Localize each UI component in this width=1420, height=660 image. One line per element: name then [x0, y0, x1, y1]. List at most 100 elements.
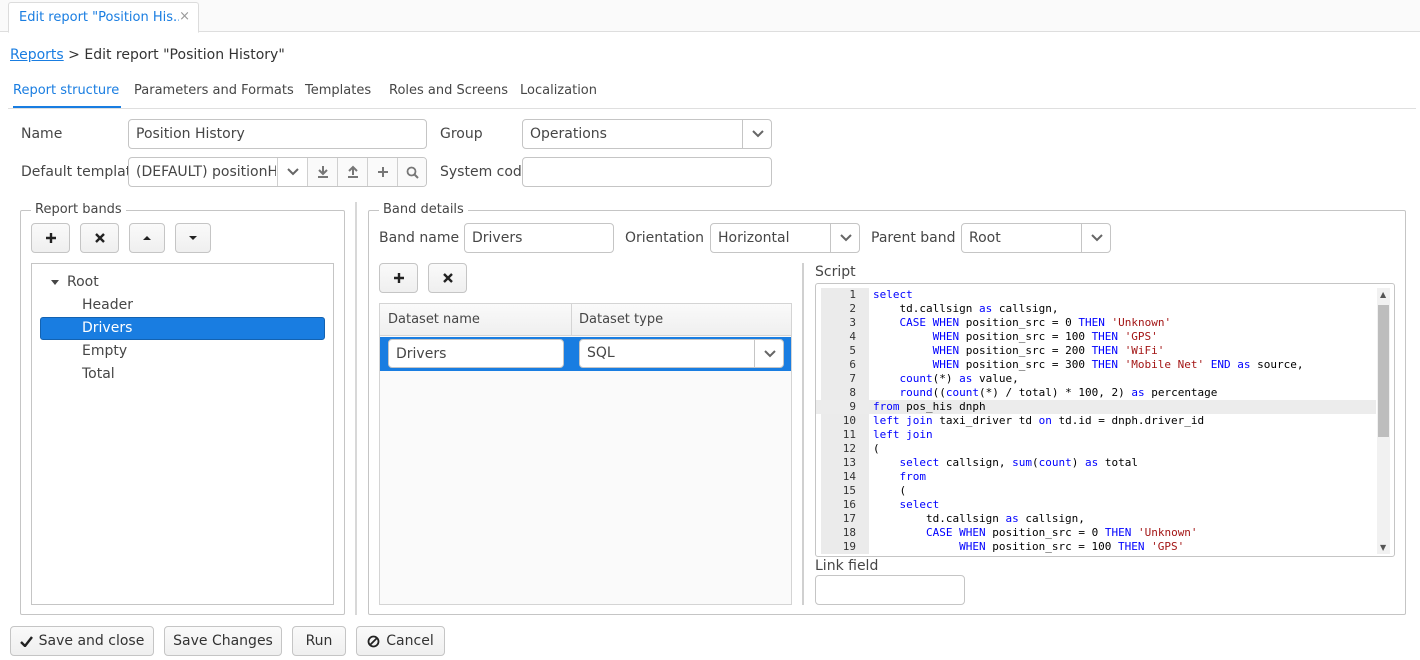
dataset-splitter[interactable]	[802, 263, 804, 605]
tree-item-label: Header	[82, 297, 133, 313]
script-code[interactable]: 1 select 2 td.callsign as callsign, 3 CASE …	[816, 288, 1376, 554]
window-tab-strip: Edit report "Position His... ×	[0, 0, 1420, 33]
code-line[interactable]: 14 from	[816, 470, 1376, 484]
code-text: WHEN position_src = 200 THEN 'WiFi'	[932, 344, 1165, 357]
download-icon[interactable]	[307, 158, 337, 186]
code-line[interactable]: 19 WHEN position_src = 100 THEN 'GPS'	[816, 540, 1376, 554]
code-line[interactable]: 16 select	[816, 498, 1376, 512]
dataset-type-select[interactable]: SQL	[579, 339, 784, 368]
code-text: round((count(*) / total) * 100, 2) as pe…	[899, 386, 1218, 399]
code-text: left join taxi_driver td on td.id = dnph…	[873, 414, 1205, 427]
tree-item-label: Empty	[82, 343, 128, 359]
scroll-up-icon[interactable]: ▲	[1380, 290, 1386, 299]
cancel-button[interactable]: Cancel	[356, 626, 445, 656]
close-icon[interactable]: ×	[179, 9, 190, 24]
line-number: 8	[849, 386, 856, 399]
system-code-label: System code	[440, 164, 531, 180]
code-line[interactable]: 9 from pos_his dnph	[816, 400, 1376, 414]
code-line[interactable]: 10 left join taxi_driver td on td.id = dn…	[816, 414, 1376, 428]
scrollbar-thumb[interactable]	[1378, 305, 1389, 437]
run-label: Run	[305, 633, 333, 649]
parent-band-select[interactable]: Root	[961, 223, 1111, 253]
save-changes-button[interactable]: Save Changes	[164, 626, 282, 656]
panel-splitter[interactable]	[355, 202, 357, 615]
code-text: count(*) as value,	[899, 372, 1019, 385]
close-icon	[442, 273, 453, 283]
tree-item-total[interactable]: Total	[40, 363, 325, 386]
line-number: 16	[842, 498, 856, 511]
code-line[interactable]: 12 (	[816, 442, 1376, 456]
chevron-down-icon[interactable]	[277, 158, 307, 186]
editor-scrollbar[interactable]: ▲ ▼	[1377, 288, 1390, 554]
tab-parameters-and-formats[interactable]: Parameters and Formats	[134, 83, 294, 98]
plus-icon[interactable]	[367, 158, 397, 186]
code-line[interactable]: 1 select	[816, 288, 1376, 302]
code-line[interactable]: 4 WHEN position_src = 100 THEN 'GPS'	[816, 330, 1376, 344]
code-text: CASE WHEN position_src = 0 THEN 'Unknown…	[899, 316, 1172, 329]
line-number: 5	[849, 344, 856, 357]
tab-localization[interactable]: Localization	[520, 83, 597, 98]
save-and-close-label: Save and close	[38, 633, 145, 649]
window-tab-edit-report[interactable]: Edit report "Position His... ×	[8, 2, 199, 33]
run-button[interactable]: Run	[292, 626, 346, 656]
code-line[interactable]: 13 select callsign, sum(count) as total	[816, 456, 1376, 470]
upload-icon[interactable]	[337, 158, 367, 186]
parent-band-label: Parent band	[871, 230, 956, 246]
tree-item-header[interactable]: Header	[40, 294, 325, 317]
move-band-down-button[interactable]	[175, 223, 211, 253]
band-name-input[interactable]	[464, 223, 614, 253]
line-number: 18	[842, 526, 856, 539]
chevron-down-icon[interactable]	[742, 120, 771, 148]
line-number: 13	[842, 456, 856, 469]
dataset-type-value: SQL	[587, 345, 615, 361]
code-line[interactable]: 2 td.callsign as callsign,	[816, 302, 1376, 316]
code-line[interactable]: 8 round((count(*) / total) * 100, 2) as …	[816, 386, 1376, 400]
tree-item-label: Drivers	[82, 320, 133, 336]
tree-item-drivers[interactable]: Drivers	[40, 317, 325, 340]
tab-report-structure[interactable]: Report structure	[13, 83, 119, 98]
code-line[interactable]: 18 CASE WHEN position_src = 0 THEN 'Unkn…	[816, 526, 1376, 540]
code-line[interactable]: 15 (	[816, 484, 1376, 498]
add-band-button[interactable]	[31, 223, 70, 253]
link-field-input[interactable]	[815, 575, 965, 605]
dataset-name-input[interactable]	[388, 339, 564, 368]
band-name-label: Band name	[379, 230, 460, 246]
group-select[interactable]: Operations	[522, 119, 772, 149]
name-input[interactable]	[128, 119, 427, 149]
remove-dataset-button[interactable]	[428, 263, 467, 293]
code-line[interactable]: 3 CASE WHEN position_src = 0 THEN 'Unkno…	[816, 316, 1376, 330]
tree-item-root[interactable]: Root	[40, 271, 325, 294]
code-line[interactable]: 17 td.callsign as callsign,	[816, 512, 1376, 526]
code-text: (	[873, 442, 880, 455]
move-band-up-button[interactable]	[129, 223, 165, 253]
group-value: Operations	[530, 126, 607, 142]
search-icon[interactable]	[397, 158, 426, 186]
save-and-close-button[interactable]: Save and close	[10, 626, 154, 656]
line-number: 2	[849, 302, 856, 315]
code-line[interactable]: 7 count(*) as value,	[816, 372, 1376, 386]
orientation-select[interactable]: Horizontal	[710, 223, 860, 253]
breadcrumb-link-reports[interactable]: Reports	[10, 47, 64, 63]
tab-roles-and-screens[interactable]: Roles and Screens	[389, 83, 508, 98]
scroll-down-icon[interactable]: ▼	[1380, 543, 1386, 552]
code-text: td.callsign as callsign,	[873, 302, 1059, 315]
column-header-dataset-name[interactable]: Dataset name	[388, 312, 480, 327]
code-line[interactable]: 6 WHEN position_src = 300 THEN 'Mobile N…	[816, 358, 1376, 372]
table-row[interactable]: SQL	[380, 337, 791, 371]
code-text: WHEN position_src = 100 THEN 'GPS'	[959, 540, 1185, 553]
column-header-dataset-type[interactable]: Dataset type	[579, 312, 663, 327]
code-line[interactable]: 11 left join	[816, 428, 1376, 442]
code-line[interactable]: 5 WHEN position_src = 200 THEN 'WiFi'	[816, 344, 1376, 358]
system-code-input[interactable]	[522, 157, 772, 187]
check-icon	[19, 635, 33, 647]
chevron-down-icon[interactable]	[1081, 224, 1110, 252]
tree-item-empty[interactable]: Empty	[40, 340, 325, 363]
line-number: 7	[849, 372, 856, 385]
remove-band-button[interactable]	[80, 223, 119, 253]
caret-down-icon[interactable]	[51, 280, 59, 285]
chevron-down-icon[interactable]	[754, 340, 783, 367]
tab-templates[interactable]: Templates	[305, 83, 371, 98]
script-editor[interactable]: 1 select 2 td.callsign as callsign, 3 CASE …	[815, 283, 1395, 557]
add-dataset-button[interactable]	[379, 263, 418, 293]
chevron-down-icon[interactable]	[830, 224, 859, 252]
